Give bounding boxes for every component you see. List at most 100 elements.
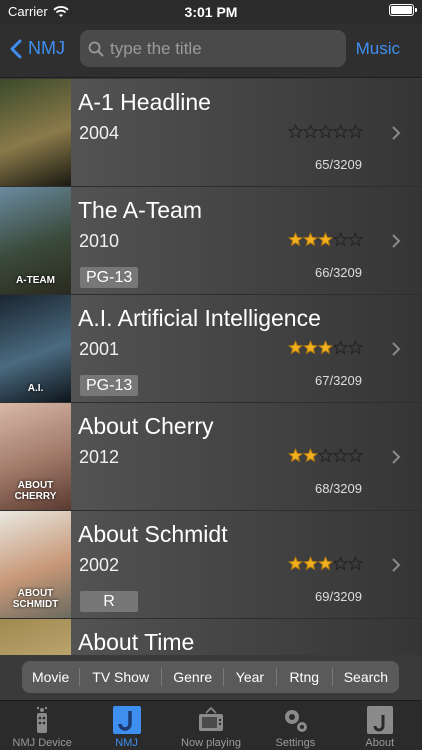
star-empty-icon: [318, 448, 333, 463]
navigation-bar: NMJ Music: [0, 24, 422, 78]
star-filled-icon: [288, 556, 303, 571]
star-empty-icon: [333, 340, 348, 355]
star-filled-icon: [318, 232, 333, 247]
movie-row[interactable]: A-TEAM The A-Team 2010 PG-13 66/3209: [0, 187, 422, 295]
chevron-left-icon: [10, 39, 22, 58]
rating-stars: [288, 232, 363, 247]
chevron-right-icon: [392, 342, 401, 356]
star-empty-icon: [303, 124, 318, 139]
tab-label: About: [365, 737, 395, 749]
movie-index-count: 66/3209: [315, 265, 362, 280]
movie-index-count: 67/3209: [315, 373, 362, 388]
star-filled-icon: [303, 448, 318, 463]
star-filled-icon: [288, 448, 303, 463]
filter-search[interactable]: Search: [333, 661, 399, 693]
tv-icon: [196, 705, 226, 735]
filter-movie[interactable]: Movie: [22, 661, 79, 693]
star-empty-icon: [318, 124, 333, 139]
star-empty-icon: [333, 124, 348, 139]
tab-nmj-device[interactable]: NMJ Device: [0, 701, 84, 750]
search-field[interactable]: [80, 30, 346, 67]
chevron-right-icon: [392, 450, 401, 464]
tab-label: Settings: [275, 737, 316, 749]
tab-label: NMJ: [115, 737, 138, 749]
content-rating-badge: PG-13: [80, 375, 139, 396]
movie-poster: [0, 79, 71, 186]
content-rating-badge: PG-13: [80, 267, 139, 288]
movie-year: 2001: [79, 339, 120, 359]
star-empty-icon: [333, 556, 348, 571]
tab-label: NMJ Device: [12, 737, 72, 749]
movie-poster: A-TEAM: [0, 187, 71, 294]
star-filled-icon: [288, 232, 303, 247]
movie-row[interactable]: A.I. A.I. Artificial Intelligence 2001 PG-1…: [0, 295, 422, 403]
star-filled-icon: [303, 232, 318, 247]
movie-index-count: 68/3209: [315, 481, 362, 496]
search-input[interactable]: [110, 38, 330, 59]
device-icon: [27, 705, 57, 735]
about-nmj-icon: [365, 705, 395, 735]
movie-row[interactable]: ABOUT SCHMIDT About Schmidt 2002 R 69/3209: [0, 511, 422, 619]
poster-caption: ABOUT SCHMIDT: [12, 588, 59, 610]
movie-year: 2004: [79, 123, 120, 143]
status-time: 3:01 PM: [184, 4, 238, 20]
rating-stars: [288, 448, 363, 463]
movie-title: About Schmidt: [78, 521, 228, 547]
movie-poster: ABOUT CHERRY: [0, 403, 71, 510]
movie-poster: ABOUT SCHMIDT: [0, 511, 71, 618]
star-empty-icon: [348, 124, 363, 139]
tab-nmj[interactable]: NMJ: [84, 701, 168, 750]
star-filled-icon: [318, 556, 333, 571]
movie-poster: [0, 619, 71, 655]
search-icon: [88, 41, 104, 56]
battery-icon: [389, 4, 417, 16]
movie-row[interactable]: A-1 Headline 2004 65/3209: [0, 79, 422, 187]
star-empty-icon: [288, 124, 303, 139]
poster-caption: ABOUT CHERRY: [14, 480, 57, 502]
movie-year: 2010: [79, 231, 120, 251]
star-empty-icon: [348, 556, 363, 571]
chevron-right-icon: [392, 558, 401, 572]
movie-title: A-1 Headline: [78, 89, 211, 115]
star-filled-icon: [303, 340, 318, 355]
back-button[interactable]: NMJ: [10, 38, 65, 59]
filter-rtng[interactable]: Rtng: [277, 661, 332, 693]
movie-year: 2012: [79, 447, 120, 467]
movie-row[interactable]: ABOUT CHERRY About Cherry 2012 68/3209: [0, 403, 422, 511]
star-empty-icon: [348, 448, 363, 463]
movie-title: About Time: [78, 629, 195, 655]
tab-label: Now playing: [181, 737, 241, 749]
movie-index-count: 65/3209: [315, 157, 362, 172]
movie-title: About Cherry: [78, 413, 214, 439]
filter-genre[interactable]: Genre: [162, 661, 223, 693]
star-empty-icon: [348, 340, 363, 355]
star-empty-icon: [333, 232, 348, 247]
movie-title: A.I. Artificial Intelligence: [78, 305, 321, 331]
tab-about[interactable]: About: [338, 701, 422, 750]
music-button[interactable]: Music: [356, 39, 400, 59]
tab-settings[interactable]: Settings: [253, 701, 337, 750]
movie-index-count: 69/3209: [315, 589, 362, 604]
filter-year[interactable]: Year: [224, 661, 275, 693]
gear-icon: [280, 705, 310, 735]
filter-tv-show[interactable]: TV Show: [80, 661, 161, 693]
movie-row[interactable]: About Time: [0, 619, 422, 655]
movie-year: 2002: [79, 555, 120, 575]
movie-poster: A.I.: [0, 295, 71, 402]
movie-list[interactable]: A-1 Headline 2004 65/3209 A-TEAM The A-Team 2…: [0, 79, 422, 655]
star-filled-icon: [303, 556, 318, 571]
star-empty-icon: [348, 232, 363, 247]
rating-stars: [288, 340, 363, 355]
back-button-label: NMJ: [28, 38, 65, 58]
content-rating-badge: R: [80, 591, 138, 612]
poster-caption: A-TEAM: [16, 275, 55, 286]
star-empty-icon: [333, 448, 348, 463]
rating-stars: [288, 556, 363, 571]
status-bar: Carrier 3:01 PM: [0, 0, 422, 24]
movie-title: The A-Team: [78, 197, 202, 223]
tab-now-playing[interactable]: Now playing: [169, 701, 253, 750]
chevron-right-icon: [392, 126, 401, 140]
nmj-j-icon: [112, 705, 142, 735]
rating-stars: [288, 124, 363, 139]
filter-segmented-control: Movie TV Show Genre Year Rtng Search: [22, 661, 399, 693]
